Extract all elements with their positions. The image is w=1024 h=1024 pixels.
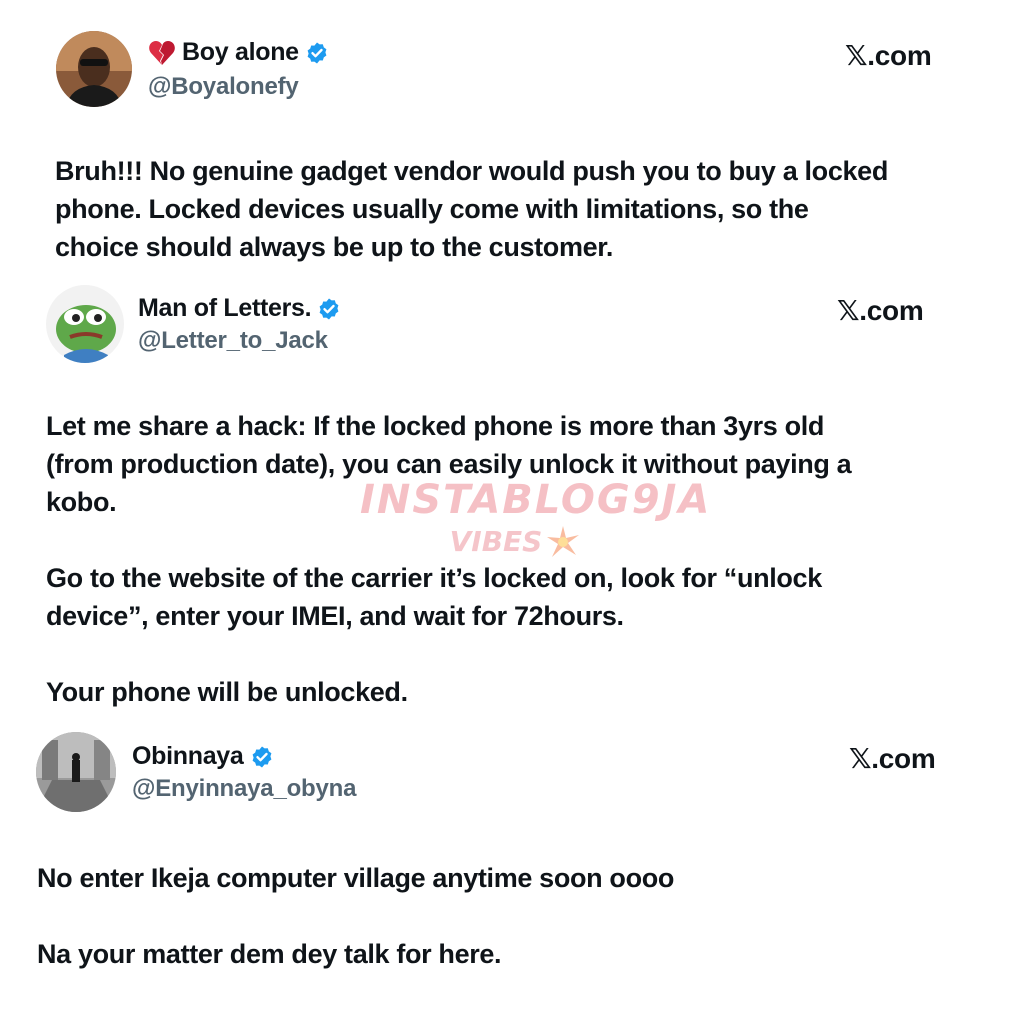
author-display-name[interactable]: Obinnaya — [132, 742, 244, 771]
tweet-line: Na your matter dem dey talk for here. — [37, 939, 502, 969]
avatar[interactable] — [36, 732, 116, 812]
x-com-source-label[interactable]: 𝕏.com — [849, 742, 936, 775]
tweet-line: No enter Ikeja computer village anytime … — [37, 863, 674, 893]
tweet-line — [37, 897, 674, 935]
verified-badge-icon — [250, 745, 274, 769]
tweet-body: No enter Ikeja computer village anytime … — [37, 859, 674, 973]
author-name-row: Obinnaya — [132, 742, 274, 771]
tweet-card-3: Obinnaya @Enyinnaya_obyna 𝕏.com No enter… — [0, 0, 1024, 1024]
author-handle[interactable]: @Enyinnaya_obyna — [132, 775, 356, 803]
